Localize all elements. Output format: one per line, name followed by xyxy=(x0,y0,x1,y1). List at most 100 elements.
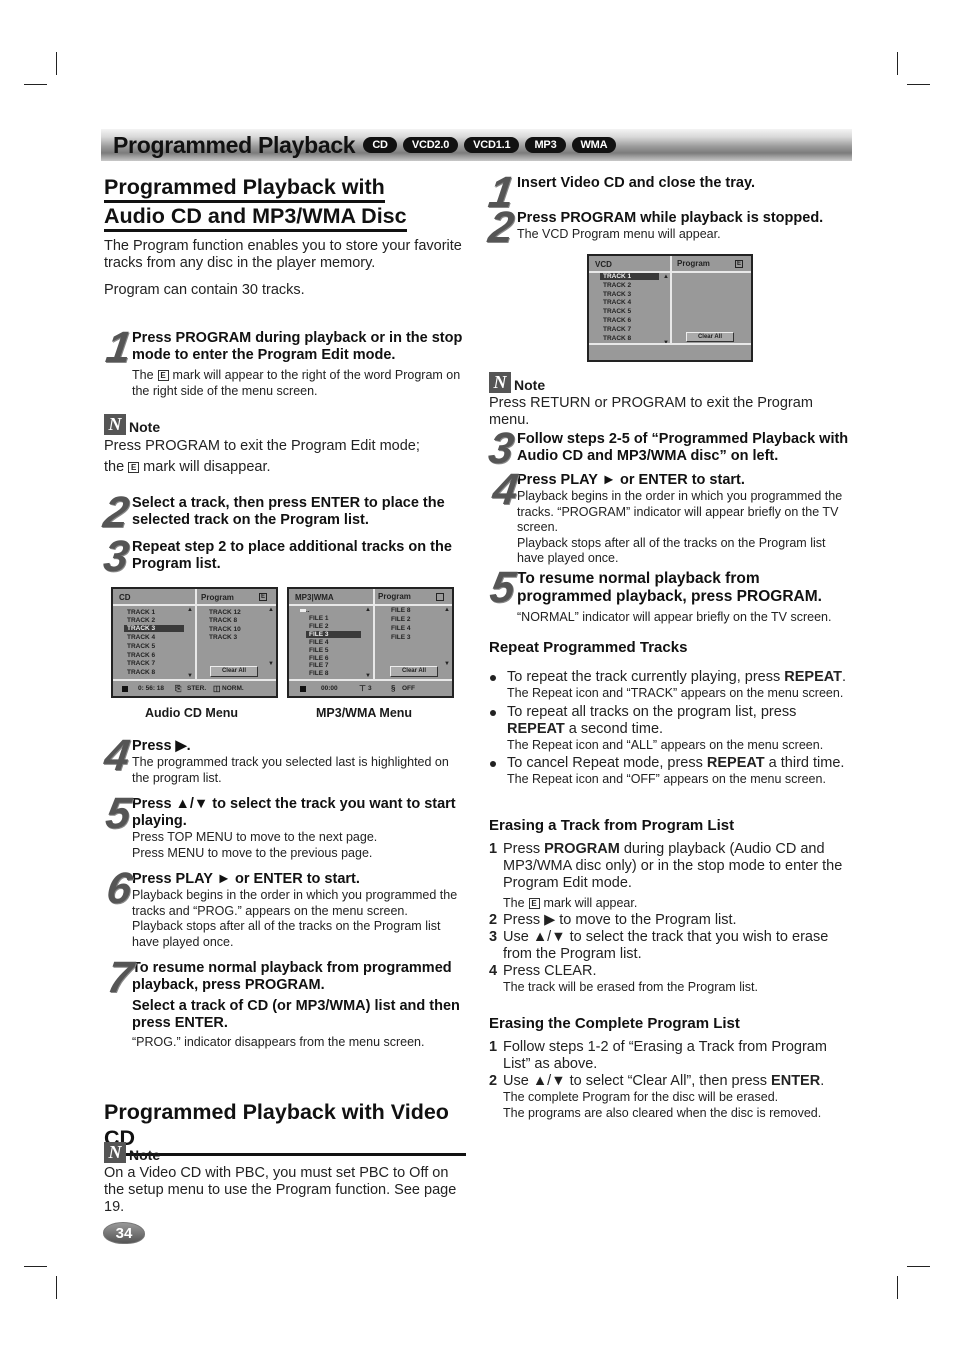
audio-readout: STER. xyxy=(187,685,207,692)
badge-wma: WMA xyxy=(571,137,617,153)
file-item: FILE 8 xyxy=(309,670,329,677)
section-heading: Repeat Programmed Tracks xyxy=(489,639,688,656)
track-item: TRACK 8 xyxy=(603,335,632,342)
left-step-7: 7 To resume normal playback from program… xyxy=(104,953,469,1051)
item-text: a second time. xyxy=(564,720,664,737)
track-item: TRACK 6 xyxy=(603,317,632,324)
right-step-1: 1 Insert Video CD and close the tray. xyxy=(486,168,854,217)
track-item: TRACK 6 xyxy=(127,652,156,659)
heading-line1: Programmed Playback with xyxy=(104,174,385,203)
badge-mp3: MP3 xyxy=(525,137,566,153)
step-text: Playback begins in the order in which yo… xyxy=(517,489,843,534)
file-item: FILE 6 xyxy=(309,655,329,662)
track-item: TRACK 7 xyxy=(127,660,156,667)
left-step-6: 6 Press PLAY ► or ENTER to start. Playba… xyxy=(104,864,469,950)
banner-title: Programmed Playback xyxy=(113,131,356,158)
item-subtext: The Repeat icon and “OFF” appears on the… xyxy=(507,772,826,786)
crop-mark xyxy=(897,52,898,75)
sound-mode-icon: ◫ xyxy=(213,684,221,693)
time-readout: 0: 56: 18 xyxy=(138,685,165,692)
track-item: TRACK 1 xyxy=(127,609,156,616)
note-text: mark will disappear. xyxy=(143,459,271,475)
step-instruction: To resume normal playback from programme… xyxy=(132,960,452,993)
left-heading: Programmed Playback with Audio CD and MP… xyxy=(104,174,469,232)
crop-mark xyxy=(897,1276,898,1299)
crop-mark xyxy=(907,1266,930,1267)
badge-vcd11: VCD1.1 xyxy=(464,137,520,153)
crop-mark xyxy=(24,84,47,85)
note-text: Press RETURN or PROGRAM to exit the Prog… xyxy=(489,395,813,428)
key-name: PROGRAM xyxy=(544,841,620,857)
track-item: TRACK 5 xyxy=(127,643,156,650)
badge-cd: CD xyxy=(363,137,397,153)
erase-track-step-1: 1 Press PROGRAM during playback (Audio C… xyxy=(489,841,854,912)
scroll-up-icon: ▲ xyxy=(663,274,669,280)
step-instruction: Follow steps 2-5 of “Programmed Playback… xyxy=(517,431,849,464)
step-text: The xyxy=(132,368,154,382)
step-instruction: Insert Video CD and close the tray. xyxy=(517,175,755,191)
parent-folder: .. xyxy=(306,607,310,614)
mp3-wma-menu-caption: MP3/WMA Menu xyxy=(316,706,413,720)
note-label: Note xyxy=(129,1147,161,1163)
item-text: . xyxy=(842,669,847,685)
note-label: Note xyxy=(514,377,546,393)
menu-program-label: Program xyxy=(201,593,234,602)
item-number: 2 xyxy=(489,1073,498,1089)
track-item: TRACK 5 xyxy=(603,308,632,315)
file-item: FILE 4 xyxy=(309,639,329,646)
item-text: Use ▲/▼ to select “Clear All”, then pres… xyxy=(503,1073,772,1089)
menu-title: VCD xyxy=(595,260,612,269)
left-step-2: 2 Select a track, then press ENTER to pl… xyxy=(101,488,469,537)
step-text: Press MENU to move to the previous page. xyxy=(132,845,373,860)
track-item: TRACK 2 xyxy=(603,282,632,289)
mp3-wma-menu-screen: MP3|WMA Program ▲ ▼ ▲ ▼ .. FILE 1 FILE 2… xyxy=(287,587,454,698)
clear-all-button: Clear All xyxy=(210,666,258,677)
step-text: “PROG.” indicator disappears from the me… xyxy=(132,1035,425,1049)
section-heading: Erasing the Complete Program List xyxy=(489,1015,740,1032)
menu-title: MP3|WMA xyxy=(295,593,334,602)
step-instruction: Press PROGRAM during playback or in the … xyxy=(132,330,463,363)
step-instruction: Press ▲/▼ to select the track you want t… xyxy=(132,796,456,829)
step-text: mark will appear to the right of the wor… xyxy=(132,368,461,398)
track-item: TRACK 3 xyxy=(603,291,632,298)
edit-mark-icon: E xyxy=(259,593,267,601)
program-item: TRACK 10 xyxy=(209,626,241,633)
program-item: FILE 8 xyxy=(391,607,411,614)
step-text: The programmed track you selected last i… xyxy=(132,755,449,785)
note-icon: N xyxy=(104,1142,126,1163)
menu-title: CD xyxy=(119,593,131,602)
step-instruction: Press PLAY ► or ENTER to start. xyxy=(132,871,360,887)
item-text: To repeat the track currently playing, p… xyxy=(507,669,785,685)
item-subtext: The xyxy=(503,896,525,910)
right-step-5: 5 To resume normal playback from program… xyxy=(487,563,854,626)
section-banner: Programmed Playback CD VCD2.0 VCD1.1 MP3… xyxy=(101,129,852,161)
item-subtext: The complete Program for the disc will b… xyxy=(503,1090,779,1104)
item-number: 1 xyxy=(489,1039,498,1055)
stop-icon xyxy=(300,686,306,692)
scroll-up-icon: ▲ xyxy=(268,607,274,613)
step-instruction: To resume normal playback from programme… xyxy=(517,570,822,605)
left-step-1: 1 Press PROGRAM during playback or in th… xyxy=(103,323,469,399)
item-number: 2 xyxy=(489,911,498,928)
erase-all-step-1: 1 Follow steps 1-2 of “Erasing a Track fr… xyxy=(489,1039,854,1073)
scroll-up-icon: ▲ xyxy=(444,607,450,613)
scroll-up-icon: ▲ xyxy=(187,607,193,613)
item-text: Use ▲/▼ to select the track that you wis… xyxy=(503,928,829,962)
step-number: 3 xyxy=(485,424,515,473)
crop-mark xyxy=(56,52,57,75)
repeat-readout: OFF xyxy=(402,685,415,692)
item-text: To repeat all tracks on the program list… xyxy=(507,703,797,720)
key-name: ENTER xyxy=(771,1073,821,1089)
key-name: REPEAT xyxy=(507,720,565,737)
left-step-4: 4 Press ▶. The programmed track you sele… xyxy=(101,731,469,786)
edit-mark-icon: E xyxy=(735,260,743,268)
clear-all-button: Clear All xyxy=(686,332,734,342)
step-text: The VCD Program menu will appear. xyxy=(517,227,721,241)
step-number: 4 xyxy=(101,731,131,780)
right-step-3: 3 Follow steps 2-5 of “Programmed Playba… xyxy=(485,424,854,473)
repeat-section: Repeat Programmed Tracks To repeat the t… xyxy=(489,639,854,788)
track-item: TRACK 8 xyxy=(127,669,156,676)
step-instruction: Repeat step 2 to place additional tracks… xyxy=(132,539,452,572)
item-text: a third time. xyxy=(764,755,845,771)
item-text: Press xyxy=(503,841,545,857)
